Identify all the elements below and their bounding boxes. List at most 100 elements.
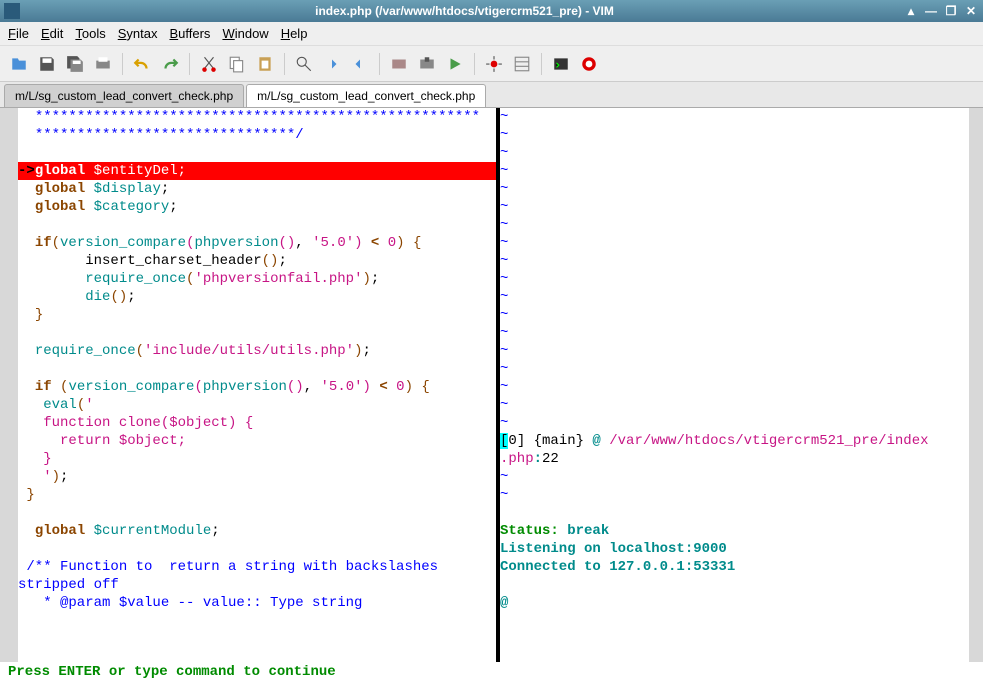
status-label: Status: (500, 523, 559, 539)
window-controls: ▴ — ❐ ✕ (903, 3, 979, 19)
separator (284, 53, 285, 75)
code-token: $display (85, 181, 161, 197)
at-sign: @ (500, 595, 508, 611)
titlebar: index.php (/var/www/htdocs/vtigercrm521_… (0, 0, 983, 22)
right-gutter (969, 108, 983, 662)
make-icon[interactable] (483, 53, 505, 75)
menu-window[interactable]: Window (222, 26, 268, 41)
save-all-icon[interactable] (64, 53, 86, 75)
menu-help[interactable]: Help (281, 26, 308, 41)
separator (122, 53, 123, 75)
copy-icon[interactable] (226, 53, 248, 75)
separator (189, 53, 190, 75)
find-replace-icon[interactable] (293, 53, 315, 75)
print-icon[interactable] (92, 53, 114, 75)
tilde-line: ~ (500, 235, 508, 251)
tab-active[interactable]: m/L/sg_custom_lead_convert_check.php (246, 84, 486, 107)
debug-connected: Connected to 127.0.0.1:53331 (500, 559, 735, 575)
code-line: stripped off (18, 577, 119, 593)
code-line: ****************************************… (35, 109, 480, 125)
code-token: die (85, 289, 110, 305)
tabbar: m/L/sg_custom_lead_convert_check.php m/L… (0, 82, 983, 108)
tilde-line: ~ (500, 307, 508, 323)
restore-icon[interactable]: — (923, 3, 939, 19)
tilde-line: ~ (500, 217, 508, 233)
tilde-line: ~ (500, 289, 508, 305)
paste-icon[interactable] (254, 53, 276, 75)
tilde-line: ~ (500, 343, 508, 359)
run-icon[interactable] (444, 53, 466, 75)
tab-inactive[interactable]: m/L/sg_custom_lead_convert_check.php (4, 84, 244, 107)
separator (474, 53, 475, 75)
code-token: if (35, 235, 52, 251)
session-save-icon[interactable] (416, 53, 438, 75)
tilde-line: ~ (500, 181, 508, 197)
save-icon[interactable] (36, 53, 58, 75)
code-token: } (35, 307, 43, 323)
code-token: global (35, 199, 85, 215)
close-icon[interactable]: ✕ (963, 3, 979, 19)
menu-buffers[interactable]: Buffers (169, 26, 210, 41)
tilde-line: ~ (500, 163, 508, 179)
menu-tools[interactable]: Tools (75, 26, 105, 41)
menu-syntax[interactable]: Syntax (118, 26, 158, 41)
code-token: eval (43, 397, 77, 413)
help-icon[interactable] (578, 53, 600, 75)
tilde-line: ~ (500, 199, 508, 215)
minimize-icon[interactable]: ▴ (903, 3, 919, 19)
code-token: $category (85, 199, 169, 215)
code-token: } (18, 487, 35, 503)
stack-line-number: 22 (542, 451, 559, 467)
debug-listening: Listening on localhost:9000 (500, 541, 727, 557)
debug-pane[interactable]: ~ ~ ~ ~ ~ ~ ~ ~ ~ ~ ~ ~ ~ ~ ~ ~ ~ ~ [0] … (500, 108, 969, 662)
code-token: require_once (35, 343, 136, 359)
shell-icon[interactable] (550, 53, 572, 75)
separator (379, 53, 380, 75)
redo-icon[interactable] (159, 53, 181, 75)
prev-icon[interactable] (349, 53, 371, 75)
status-value: break (559, 523, 609, 539)
editor: ****************************************… (0, 108, 983, 662)
menubar: File Edit Tools Syntax Buffers Window He… (0, 22, 983, 46)
code-line: /** Function to return a string with bac… (18, 559, 438, 575)
undo-icon[interactable] (131, 53, 153, 75)
code-token: return $object; (18, 433, 186, 449)
code-token: global (35, 523, 85, 539)
tilde-line: ~ (500, 469, 508, 485)
open-icon[interactable] (8, 53, 30, 75)
code-token: require_once (85, 271, 186, 287)
next-icon[interactable] (321, 53, 343, 75)
command-line[interactable]: Press ENTER or type command to continue (0, 662, 983, 682)
tilde-line: ~ (500, 487, 508, 503)
tilde-line: ~ (500, 271, 508, 287)
tilde-line: ~ (500, 109, 508, 125)
toolbar (0, 46, 983, 82)
code-token: if (35, 379, 52, 395)
stack-path: /var/www/htdocs/vtigercrm521_pre/index (609, 433, 928, 449)
code-token: } (18, 451, 52, 467)
code-token: function clone($object) { (18, 415, 253, 431)
code-line: *******************************/ (35, 127, 304, 143)
menu-file[interactable]: File (8, 26, 29, 41)
tilde-line: ~ (500, 415, 508, 431)
vim-icon (4, 3, 20, 19)
code-line: * @param $value -- value:: Type string (18, 595, 362, 611)
maximize-icon[interactable]: ❐ (943, 3, 959, 19)
separator (541, 53, 542, 75)
tags-icon[interactable] (511, 53, 533, 75)
tilde-line: ~ (500, 379, 508, 395)
window-title: index.php (/var/www/htdocs/vtigercrm521_… (26, 4, 903, 18)
highlighted-line: ->global $entityDel; (18, 162, 496, 180)
tilde-line: ~ (500, 145, 508, 161)
code-token: insert_charset_header (18, 253, 262, 269)
code-token: global (35, 181, 85, 197)
cut-icon[interactable] (198, 53, 220, 75)
session-load-icon[interactable] (388, 53, 410, 75)
tilde-line: ~ (500, 361, 508, 377)
stack-main: {main} (525, 433, 584, 449)
menu-edit[interactable]: Edit (41, 26, 63, 41)
prompt-text: Press ENTER or type command to continue (8, 664, 336, 680)
code-pane[interactable]: ****************************************… (18, 108, 496, 662)
tilde-line: ~ (500, 325, 508, 341)
left-gutter (0, 108, 18, 662)
